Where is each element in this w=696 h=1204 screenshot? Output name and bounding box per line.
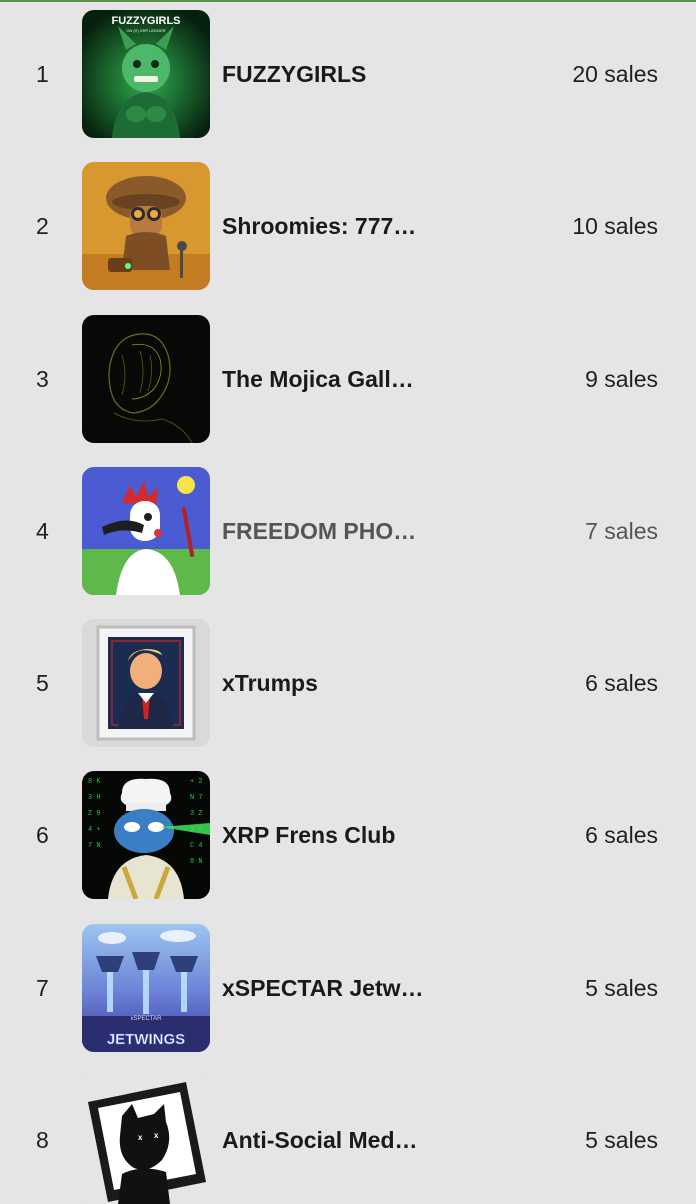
svg-text:+ 2: + 2 — [190, 778, 203, 786]
svg-text:x: x — [154, 1131, 159, 1140]
svg-text:8 N: 8 N — [190, 858, 203, 866]
xtrumps-portrait-icon[interactable] — [82, 619, 210, 747]
mojica-gallery-art-icon[interactable] — [82, 315, 210, 443]
svg-text:ON (X) XRP LEDGER: ON (X) XRP LEDGER — [126, 28, 165, 33]
shroomies-art-icon[interactable] — [82, 162, 210, 290]
rank-number: 4 — [36, 518, 49, 544]
fuzzygirls-art-icon[interactable]: FUZZYGIRLS ON (X) XRP LEDGER — [82, 10, 210, 138]
sales-count: 6 sales — [585, 670, 658, 696]
sales-count: 9 sales — [585, 366, 658, 392]
collection-name[interactable]: xTrumps — [222, 619, 318, 747]
svg-text:3 H: 3 H — [88, 794, 101, 802]
freedom-art-icon[interactable] — [82, 467, 210, 595]
svg-text:4 +: 4 + — [88, 826, 101, 834]
svg-text:FUZZYGIRLS: FUZZYGIRLS — [111, 15, 180, 27]
collection-name[interactable]: The Mojica Gall… — [222, 315, 414, 443]
xrp-frens-art-icon[interactable]: 8 K3 HZ 9 4 +7 N+ 2 N 73 Z9 + C 48 N — [82, 771, 210, 899]
collection-name[interactable]: FUZZYGIRLS — [222, 10, 366, 138]
collection-row-3[interactable]: 3 The Mojica Gall… 9 sales — [0, 315, 696, 443]
collection-row-4[interactable]: 4 FREEDOM PHO… 7 sales — [0, 467, 696, 595]
rank-number: 8 — [36, 1127, 49, 1153]
rank-number: 2 — [36, 213, 49, 239]
xspectar-jetwings-art-icon[interactable]: xSPECTAR JETWINGS — [82, 924, 210, 1052]
rank-number: 1 — [36, 61, 49, 87]
collection-row-6[interactable]: 6 8 K3 HZ 9 4 +7 N+ 2 N 73 Z9 + C 48 N — [0, 771, 696, 899]
collection-name[interactable]: FREEDOM PHO… — [222, 467, 416, 595]
sales-count: 10 sales — [572, 213, 658, 239]
collection-row-1[interactable]: 1 FUZZYGIRLS ON (X) XRP LEDGER FUZZYGIRL… — [0, 10, 696, 138]
rank-number: 3 — [36, 366, 49, 392]
sales-count: 6 sales — [585, 822, 658, 848]
collection-name[interactable]: Shroomies: 777… — [222, 162, 416, 290]
rank-number: 7 — [36, 975, 49, 1001]
rank-number: 5 — [36, 670, 49, 696]
anti-social-art-icon[interactable]: x x — [82, 1076, 210, 1204]
sales-count: 5 sales — [585, 975, 658, 1001]
svg-text:3 Z: 3 Z — [190, 810, 203, 818]
svg-text:N 7: N 7 — [190, 794, 203, 802]
top-accent-line — [0, 0, 696, 2]
collection-name[interactable]: Anti-Social Med… — [222, 1076, 418, 1204]
collection-row-8[interactable]: 8 x x Anti-Social Med… 5 sales — [0, 1076, 696, 1204]
sales-count: 20 sales — [572, 61, 658, 87]
sales-count: 5 sales — [585, 1127, 658, 1153]
rank-number: 6 — [36, 822, 49, 848]
collection-row-5[interactable]: 5 xTrumps 6 sales — [0, 619, 696, 747]
svg-text:Z 9: Z 9 — [88, 810, 101, 818]
svg-text:C 4: C 4 — [190, 842, 203, 850]
svg-text:JETWINGS: JETWINGS — [107, 1031, 185, 1048]
collection-row-7[interactable]: 7 xSPECTAR JETWINGS xSPECTAR Jetw… 5 sal… — [0, 924, 696, 1052]
collection-row-2[interactable]: 2 Shroomies: 777… 10 sales — [0, 162, 696, 290]
svg-text:8 K: 8 K — [88, 778, 101, 786]
svg-text:7 N: 7 N — [88, 842, 101, 850]
sales-count: 7 sales — [585, 518, 658, 544]
collection-name[interactable]: XRP Frens Club — [222, 771, 395, 899]
svg-text:xSPECTAR: xSPECTAR — [131, 1016, 163, 1022]
svg-text:x: x — [138, 1133, 143, 1142]
collection-name[interactable]: xSPECTAR Jetw… — [222, 924, 424, 1052]
